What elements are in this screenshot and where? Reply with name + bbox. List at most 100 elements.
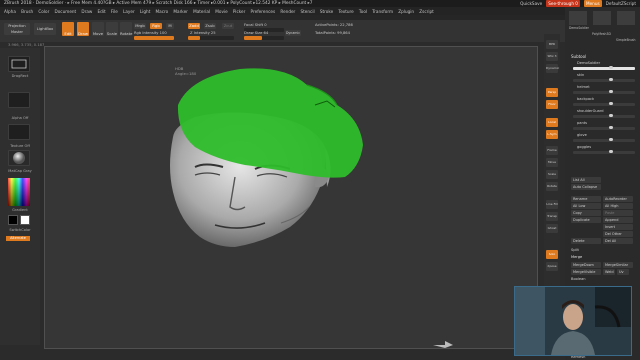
menu-layer[interactable]: Layer — [123, 9, 135, 14]
material-thumbnail[interactable] — [8, 150, 30, 166]
seethrough-slider[interactable]: See-through 0 — [546, 0, 580, 7]
green-cap[interactable] — [45, 47, 539, 350]
persp-button[interactable]: Persp — [546, 88, 558, 97]
eye-icon[interactable] — [609, 126, 613, 129]
spix-button[interactable]: SPix 3 — [546, 52, 558, 61]
mrgb-button[interactable]: Mrgb — [134, 23, 146, 29]
tool-thumb-simplebrush[interactable] — [617, 11, 635, 25]
boolean-section[interactable]: Boolean — [571, 277, 586, 281]
rotate-button[interactable]: Rotate — [120, 22, 132, 36]
auto-collapse-button[interactable]: Auto Collapse — [571, 184, 601, 190]
eye-icon[interactable] — [609, 150, 613, 153]
stroke-thumbnail[interactable] — [8, 56, 30, 72]
local-button[interactable]: Local — [546, 118, 558, 127]
subtool-demosoldier[interactable]: DemoSoldier — [569, 61, 635, 72]
subtool-header[interactable]: Subtool — [571, 54, 586, 59]
tool-thumb-polymesh[interactable] — [593, 11, 611, 25]
all-high-button[interactable]: All High — [603, 203, 633, 209]
menu-brush[interactable]: Brush — [21, 9, 33, 14]
frame-button[interactable]: Frame — [546, 146, 558, 155]
del-other-button[interactable]: Del Other — [603, 231, 633, 237]
solo-button[interactable]: Solo — [546, 250, 558, 259]
zadd-button[interactable]: Zadd — [188, 23, 200, 29]
menu-movie[interactable]: Movie — [215, 9, 227, 14]
mergedown-button[interactable]: MergeDown — [571, 262, 601, 268]
merge-section[interactable]: Merge — [571, 255, 582, 259]
quicksave-button[interactable]: QuickSave — [520, 0, 542, 7]
menu-tool[interactable]: Tool — [359, 9, 367, 14]
bpr-button[interactable]: BPR — [546, 40, 558, 49]
all-low-button[interactable]: All Low — [571, 203, 601, 209]
del-all-button[interactable]: Del All — [603, 238, 633, 244]
linefill-button[interactable]: Line Fill — [546, 200, 558, 209]
secondary-color-swatch[interactable] — [20, 215, 30, 225]
menu-macro[interactable]: Macro — [156, 9, 169, 14]
weld-button[interactable]: Weld — [603, 269, 615, 275]
append-button[interactable]: Append — [603, 217, 633, 223]
menu-file[interactable]: File — [111, 9, 118, 14]
projection-master-button[interactable]: Projection Master — [4, 23, 30, 35]
xpose-button[interactable]: Xpose — [546, 262, 558, 271]
draw-button[interactable]: Draw — [77, 22, 89, 36]
subtool-shoulderguard[interactable]: shoulderGuard — [569, 109, 635, 120]
draw-size-slider[interactable] — [244, 36, 284, 40]
move-button[interactable]: Move — [92, 22, 104, 36]
menu-stencil[interactable]: Stencil — [300, 9, 314, 14]
menus-button[interactable]: Menus — [583, 0, 602, 7]
alternate-button[interactable]: Alternate — [6, 236, 30, 241]
eye-icon[interactable] — [609, 102, 613, 105]
mergevisible-button[interactable]: MergeVisible — [571, 269, 601, 275]
subtool-goggles[interactable]: goggles — [569, 145, 635, 156]
subtool-helmet[interactable]: helmet — [569, 85, 635, 96]
rgb-button[interactable]: Rgb — [150, 23, 162, 29]
menu-stroke[interactable]: Stroke — [320, 9, 333, 14]
subtool-pants[interactable]: pants — [569, 121, 635, 132]
menu-texture[interactable]: Texture — [338, 9, 353, 14]
menu-material[interactable]: Material — [193, 9, 210, 14]
eye-icon[interactable] — [609, 66, 613, 69]
mergesimilar-button[interactable]: MergeSimilar — [603, 262, 633, 268]
lightbox-button[interactable]: LightBox — [34, 23, 56, 35]
eye-icon[interactable] — [609, 114, 613, 117]
dynamic-button[interactable]: Dynamic — [285, 30, 301, 36]
edit-button[interactable]: Edit — [62, 22, 74, 36]
rotate-view-button[interactable]: Rotate — [546, 182, 558, 191]
scale-button[interactable]: Scale — [106, 22, 118, 36]
zsub-button[interactable]: Zsub — [204, 23, 216, 29]
menu-light[interactable]: Light — [140, 9, 150, 14]
floor-button[interactable]: Floor — [546, 100, 558, 109]
default-script-button[interactable]: DefaultZScript — [606, 0, 636, 7]
autoreorder-button[interactable]: AutoReorder — [603, 196, 633, 202]
subtool-glove[interactable]: glove — [569, 133, 635, 144]
rgb-intensity-slider[interactable] — [134, 36, 174, 40]
lsym-button[interactable]: L.Sym — [546, 130, 558, 139]
paste-button[interactable]: Paste — [603, 210, 633, 216]
color-picker[interactable] — [8, 178, 30, 206]
menu-zscript[interactable]: Zscript — [419, 9, 434, 14]
menu-alpha[interactable]: Alpha — [4, 9, 16, 14]
eye-icon[interactable] — [609, 138, 613, 141]
ghost-button[interactable]: Ghost — [546, 224, 558, 233]
uv-button[interactable]: Uv — [617, 269, 629, 275]
menu-color[interactable]: Color — [38, 9, 49, 14]
subtool-backpack[interactable]: backpack — [569, 97, 635, 108]
split-section[interactable]: Split — [571, 248, 579, 252]
menu-edit[interactable]: Edit — [98, 9, 106, 14]
alpha-thumbnail[interactable] — [8, 92, 30, 108]
scale-view-button[interactable]: Scale — [546, 170, 558, 179]
tool-thumb-demosoldier[interactable] — [569, 11, 587, 25]
menu-render[interactable]: Render — [280, 9, 295, 14]
insert-button[interactable]: Insert — [603, 224, 633, 230]
subtool-skin[interactable]: skin — [569, 73, 635, 84]
transp-button[interactable]: Transp — [546, 212, 558, 221]
viewport-canvas[interactable] — [44, 46, 538, 349]
texture-thumbnail[interactable] — [8, 124, 30, 140]
menu-picker[interactable]: Picker — [233, 9, 245, 14]
switch-color-label[interactable]: SwitchColor — [4, 228, 36, 232]
rename-button[interactable]: Rename — [571, 196, 601, 202]
navigation-arrow-icon[interactable] — [433, 339, 453, 348]
duplicate-button[interactable]: Duplicate — [571, 217, 601, 223]
copy-button[interactable]: Copy — [571, 210, 601, 216]
menu-marker[interactable]: Marker — [173, 9, 187, 14]
menu-transform[interactable]: Transform — [372, 9, 393, 14]
